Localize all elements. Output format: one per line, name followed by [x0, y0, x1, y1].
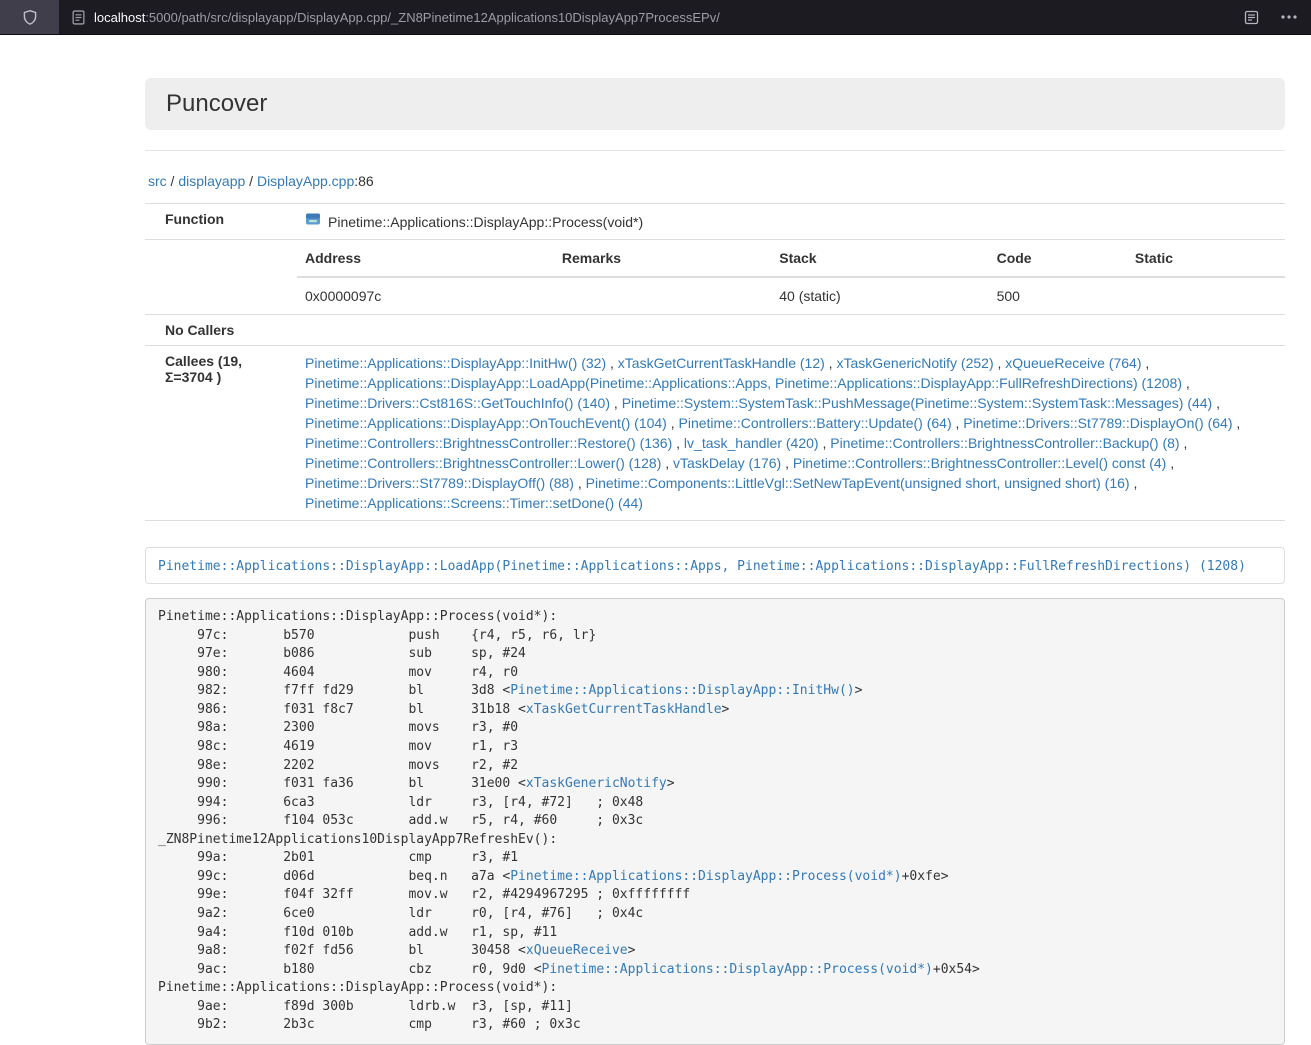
- callee-separator: ,: [1166, 455, 1174, 471]
- callee-link[interactable]: Pinetime::Controllers::BrightnessControl…: [305, 435, 672, 451]
- callee-separator: ,: [1233, 415, 1241, 431]
- page-icon: [72, 10, 85, 25]
- tracking-protection-button[interactable]: [0, 0, 59, 34]
- breadcrumb-link[interactable]: DisplayApp.cpp: [257, 173, 354, 189]
- url-path: :5000/path/src/displayapp/DisplayApp.cpp…: [145, 10, 720, 25]
- stats-value-remarks: [554, 277, 771, 314]
- breadcrumb-separator: /: [167, 173, 179, 189]
- code-symbol-link[interactable]: Pinetime::Applications::DisplayApp::Init…: [510, 683, 854, 698]
- callee-link[interactable]: Pinetime::Controllers::BrightnessControl…: [830, 435, 1179, 451]
- callee-separator: ,: [781, 455, 793, 471]
- callee-separator: ,: [825, 355, 837, 371]
- callee-separator: ,: [1212, 395, 1220, 411]
- callee-link[interactable]: Pinetime::System::SystemTask::PushMessag…: [622, 395, 1213, 411]
- callee-separator: ,: [610, 395, 622, 411]
- callee-separator: ,: [574, 475, 586, 491]
- url-host: localhost: [94, 10, 145, 25]
- function-detail-table: Function Pinetime::Applications::Display…: [145, 203, 1285, 521]
- code-symbol-link[interactable]: xTaskGetCurrentTaskHandle: [526, 702, 722, 717]
- highlighted-symbol-box: Pinetime::Applications::DisplayApp::Load…: [145, 547, 1285, 584]
- callee-separator: ,: [952, 415, 964, 431]
- callee-link[interactable]: xTaskGetCurrentTaskHandle (12): [618, 355, 825, 371]
- callee-separator: ,: [994, 355, 1006, 371]
- page-title: Puncover: [166, 90, 267, 118]
- callee-link[interactable]: xQueueReceive (764): [1005, 355, 1141, 371]
- stats-header-stack: Stack: [771, 240, 988, 277]
- callees-label: Callees (19, Σ=3704 ): [145, 346, 297, 521]
- callee-link[interactable]: Pinetime::Applications::DisplayApp::Load…: [305, 375, 1182, 391]
- stats-header-address: Address: [297, 240, 554, 277]
- code-symbol-link[interactable]: Pinetime::Applications::DisplayApp::Proc…: [510, 869, 901, 884]
- callee-link[interactable]: Pinetime::Drivers::St7789::DisplayOff() …: [305, 475, 574, 491]
- callee-link[interactable]: Pinetime::Applications::DisplayApp::Init…: [305, 355, 606, 371]
- callee-separator: ,: [1182, 375, 1190, 391]
- function-name: Pinetime::Applications::DisplayApp::Proc…: [328, 212, 643, 232]
- code-symbol-link[interactable]: xQueueReceive: [526, 943, 628, 958]
- stats-value-code: 500: [989, 277, 1127, 314]
- stats-value-row: 0x0000097c 40 (static)500: [297, 277, 1285, 314]
- header-divider: [145, 150, 1285, 151]
- more-menu-icon[interactable]: [1281, 15, 1297, 19]
- callee-separator: ,: [661, 455, 673, 471]
- callee-separator: ,: [1130, 475, 1138, 491]
- app-header: Puncover: [145, 78, 1285, 130]
- callee-link[interactable]: vTaskDelay (176): [673, 455, 781, 471]
- callee-separator: ,: [667, 415, 679, 431]
- callees-list: Pinetime::Applications::DisplayApp::Init…: [297, 346, 1285, 521]
- callee-link[interactable]: Pinetime::Applications::Screens::Timer::…: [305, 495, 643, 511]
- breadcrumb: src / displayapp / DisplayApp.cpp:86: [148, 173, 1285, 189]
- callee-link[interactable]: Pinetime::Controllers::Battery::Update()…: [679, 415, 952, 431]
- highlighted-symbol-link[interactable]: Pinetime::Applications::DisplayApp::Load…: [158, 559, 1246, 574]
- stats-header-code: Code: [989, 240, 1127, 277]
- callee-link[interactable]: Pinetime::Controllers::BrightnessControl…: [793, 455, 1166, 471]
- callee-separator: ,: [1141, 355, 1149, 371]
- callee-separator: ,: [606, 355, 618, 371]
- no-callers-row: No Callers: [145, 315, 1285, 346]
- function-type-icon: [305, 211, 321, 232]
- function-row-label: Function: [145, 204, 297, 240]
- stats-header-static: Static: [1127, 240, 1285, 277]
- reader-view-icon[interactable]: [1244, 10, 1259, 25]
- breadcrumb-link[interactable]: src: [148, 173, 167, 189]
- url-text: localhost:5000/path/src/displayapp/Displ…: [94, 10, 720, 25]
- callee-separator: ,: [819, 435, 831, 451]
- disassembly-block: Pinetime::Applications::DisplayApp::Proc…: [145, 598, 1285, 1045]
- shield-icon: [22, 9, 38, 26]
- callee-link[interactable]: Pinetime::Components::LittleVgl::SetNewT…: [586, 475, 1130, 491]
- page-container: Puncover src / displayapp / DisplayApp.c…: [145, 78, 1285, 1045]
- stats-row: AddressRemarksStackCodeStatic 0x0000097c…: [145, 240, 1285, 315]
- stats-value-static: [1127, 277, 1285, 314]
- callees-row: Callees (19, Σ=3704 ) Pinetime::Applicat…: [145, 346, 1285, 521]
- callee-link[interactable]: Pinetime::Drivers::Cst816S::GetTouchInfo…: [305, 395, 610, 411]
- toolbar-actions: [1236, 0, 1311, 34]
- stats-row-label: [145, 240, 297, 315]
- stats-value-address: 0x0000097c: [297, 277, 554, 314]
- callee-link[interactable]: Pinetime::Controllers::BrightnessControl…: [305, 455, 661, 471]
- no-callers-label: No Callers: [145, 315, 297, 346]
- stats-value-stack: 40 (static): [771, 277, 988, 314]
- stats-header-row: AddressRemarksStackCodeStatic: [297, 240, 1285, 277]
- breadcrumb-line-number: :86: [354, 173, 373, 189]
- callee-link[interactable]: Pinetime::Drivers::St7789::DisplayOn() (…: [963, 415, 1232, 431]
- breadcrumb-link[interactable]: displayapp: [178, 173, 245, 189]
- function-row: Function Pinetime::Applications::Display…: [145, 204, 1285, 240]
- stats-header-remarks: Remarks: [554, 240, 771, 277]
- code-symbol-link[interactable]: Pinetime::Applications::DisplayApp::Proc…: [542, 962, 933, 977]
- callee-separator: ,: [1180, 435, 1188, 451]
- callee-separator: ,: [672, 435, 684, 451]
- callee-link[interactable]: lv_task_handler (420): [684, 435, 819, 451]
- browser-chrome: localhost:5000/path/src/displayapp/Displ…: [0, 0, 1311, 35]
- callee-link[interactable]: xTaskGenericNotify (252): [836, 355, 993, 371]
- stats-table: AddressRemarksStackCodeStatic 0x0000097c…: [297, 240, 1285, 314]
- url-bar[interactable]: localhost:5000/path/src/displayapp/Displ…: [59, 0, 1236, 34]
- code-symbol-link[interactable]: xTaskGenericNotify: [526, 776, 667, 791]
- breadcrumb-separator: /: [245, 173, 257, 189]
- callee-link[interactable]: Pinetime::Applications::DisplayApp::OnTo…: [305, 415, 667, 431]
